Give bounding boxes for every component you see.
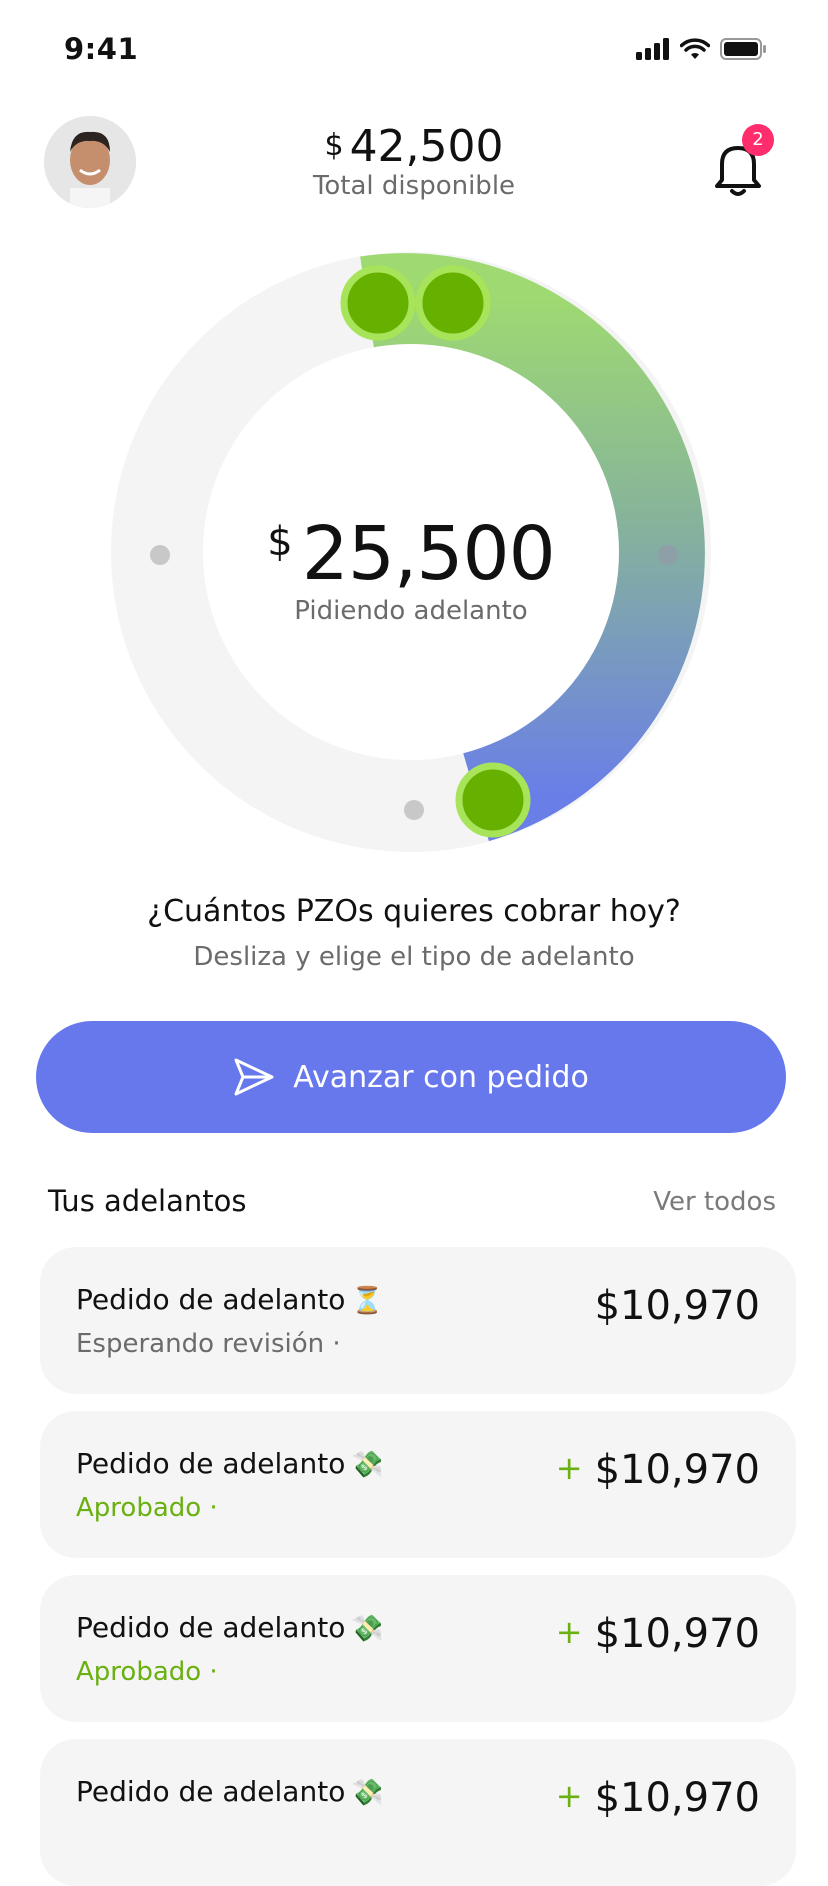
battery-icon xyxy=(720,38,766,60)
advance-card-status: Aprobado · xyxy=(76,1657,218,1687)
balance-amount: $42,500 xyxy=(0,120,828,173)
advance-request-label: Avanzar con pedido xyxy=(293,1059,589,1095)
balance: $42,500 Total disponible xyxy=(0,120,828,201)
balance-currency: $ xyxy=(324,128,344,163)
status-bar: 9:41 xyxy=(0,0,828,100)
dial-knob xyxy=(415,265,491,341)
advance-amount-value: $10,970 xyxy=(594,1775,760,1821)
advance-card[interactable]: Pedido de adelanto 💸 Aprobado · + $10,970 xyxy=(40,1411,796,1558)
see-all-link[interactable]: Ver todos xyxy=(653,1187,776,1217)
dial-label: Pidiendo adelanto xyxy=(294,596,528,626)
advance-card-status: Aprobado · xyxy=(76,1493,218,1523)
plus-sign: + xyxy=(555,1449,583,1487)
advance-card-title: Pedido de adelanto 💸 xyxy=(76,1611,384,1644)
balance-label: Total disponible xyxy=(312,171,516,201)
advance-card-amount: + $10,970 xyxy=(556,1611,760,1657)
advance-card-status: Esperando revisión · xyxy=(76,1329,341,1359)
advance-title-text: Pedido de adelanto xyxy=(76,1447,346,1480)
advance-card[interactable]: Pedido de adelanto ⏳ Esperando revisión ·… xyxy=(40,1247,796,1394)
dial-amount: $25,500 xyxy=(111,500,711,596)
advance-title-text: Pedido de adelanto xyxy=(76,1283,346,1316)
advances-title: Tus adelantos xyxy=(48,1184,247,1218)
hourglass-icon: ⏳ xyxy=(351,1286,384,1316)
balance-value: 42,500 xyxy=(349,121,504,172)
dial-knob xyxy=(340,265,416,341)
prompt-hint: Desliza y elige el tipo de adelanto xyxy=(193,942,635,972)
send-icon xyxy=(234,1058,274,1096)
advance-title-text: Pedido de adelanto xyxy=(76,1611,346,1644)
advance-amount-value: $10,970 xyxy=(594,1283,760,1329)
money-icon: 💸 xyxy=(351,1450,384,1480)
dial-marker xyxy=(404,800,424,820)
advance-dial[interactable]: $25,500 Pidiendo adelanto xyxy=(111,252,711,852)
advance-card-title: Pedido de adelanto ⏳ xyxy=(76,1283,384,1316)
status-icons xyxy=(636,38,766,60)
advance-request-button[interactable]: Avanzar con pedido xyxy=(36,1021,786,1133)
advance-card-amount: + $10,970 xyxy=(556,1775,760,1821)
advance-card[interactable]: Pedido de adelanto 💸 + $10,970 xyxy=(40,1739,796,1886)
dial-center: $25,500 Pidiendo adelanto xyxy=(111,500,711,626)
notification-badge: 2 xyxy=(742,124,774,156)
dial-value: 25,500 xyxy=(301,511,556,597)
advance-amount-value: $10,970 xyxy=(594,1447,760,1493)
notifications-button[interactable]: 2 xyxy=(714,124,774,196)
header: $42,500 Total disponible 2 xyxy=(0,100,828,220)
dial-currency: $ xyxy=(267,519,292,565)
advance-amount-value: $10,970 xyxy=(594,1611,760,1657)
signal-icon xyxy=(636,38,669,60)
advance-card-amount: + $10,970 xyxy=(556,1447,760,1493)
status-time: 9:41 xyxy=(64,32,139,66)
plus-sign: + xyxy=(555,1613,583,1651)
advance-card-title: Pedido de adelanto 💸 xyxy=(76,1447,384,1480)
prompt-question: ¿Cuántos PZOs quieres cobrar hoy? xyxy=(147,894,681,929)
plus-sign: + xyxy=(555,1777,583,1815)
advance-card-amount: $10,970 xyxy=(595,1283,760,1329)
wifi-icon xyxy=(680,38,710,59)
dial-knob xyxy=(455,762,531,838)
advance-card[interactable]: Pedido de adelanto 💸 Aprobado · + $10,970 xyxy=(40,1575,796,1722)
money-icon: 💸 xyxy=(351,1614,384,1644)
money-icon: 💸 xyxy=(351,1778,384,1808)
